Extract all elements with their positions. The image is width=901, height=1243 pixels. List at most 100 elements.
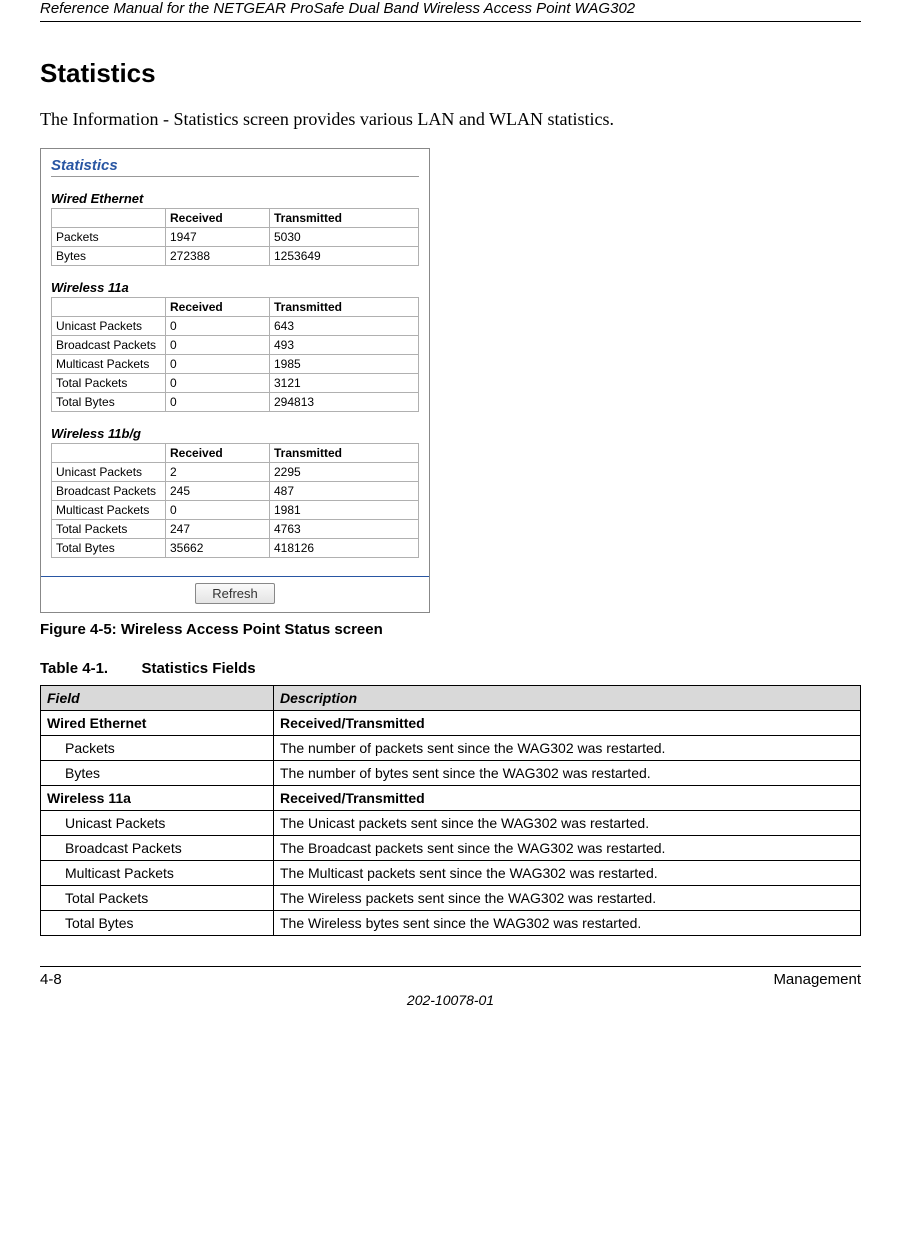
cell-desc: The Multicast packets sent since the WAG… [274, 861, 861, 886]
table-caption: Table 4-1. Statistics Fields [40, 660, 861, 677]
ss-table-11a: Received Transmitted Unicast Packets0643… [51, 297, 419, 412]
cell-name: Total Bytes [52, 539, 166, 558]
cell-field: Broadcast Packets [41, 836, 274, 861]
cell-name: Unicast Packets [52, 317, 166, 336]
cell-tx: 5030 [270, 228, 419, 247]
cell-desc: Received/Transmitted [274, 711, 861, 736]
figure-caption: Figure 4-5: Wireless Access Point Status… [40, 621, 861, 638]
cell-rx: 0 [166, 336, 270, 355]
table-row: Multicast Packets01981 [52, 501, 419, 520]
statistics-screenshot: Statistics Wired Ethernet Received Trans… [40, 148, 430, 613]
table-row: Packets 1947 5030 [52, 228, 419, 247]
table-caption-title: Statistics Fields [141, 660, 255, 677]
footer-right: Management [773, 971, 861, 988]
table-row: Multicast PacketsThe Multicast packets s… [41, 861, 861, 886]
cell-name: Broadcast Packets [52, 336, 166, 355]
cell-desc: The number of packets sent since the WAG… [274, 736, 861, 761]
table-row: PacketsThe number of packets sent since … [41, 736, 861, 761]
cell-rx: 245 [166, 482, 270, 501]
cell-field: Wired Ethernet [41, 711, 274, 736]
header-field: Field [41, 686, 274, 711]
cell-name: Multicast Packets [52, 355, 166, 374]
intro-text: The Information - Statistics screen prov… [40, 109, 861, 130]
cell-desc: The Wireless packets sent since the WAG3… [274, 886, 861, 911]
ss-section-11bg: Wireless 11b/g [51, 426, 419, 441]
cell-name: Total Bytes [52, 393, 166, 412]
cell-field: Multicast Packets [41, 861, 274, 886]
cell-rx: 247 [166, 520, 270, 539]
cell-rx: 0 [166, 501, 270, 520]
cell-field: Total Packets [41, 886, 274, 911]
table-row: Wired EthernetReceived/Transmitted [41, 711, 861, 736]
table-row: Total Packets2474763 [52, 520, 419, 539]
cell-desc: Received/Transmitted [274, 786, 861, 811]
cell-field: Packets [41, 736, 274, 761]
cell-name: Total Packets [52, 520, 166, 539]
table-row: Field Description [41, 686, 861, 711]
cell-rx: 1947 [166, 228, 270, 247]
cell-desc: The Unicast packets sent since the WAG30… [274, 811, 861, 836]
cell-tx: 2295 [270, 463, 419, 482]
cell-name: Multicast Packets [52, 501, 166, 520]
cell-desc: The Broadcast packets sent since the WAG… [274, 836, 861, 861]
cell-name: Packets [52, 228, 166, 247]
cell-tx: 487 [270, 482, 419, 501]
cell-rx: 0 [166, 317, 270, 336]
table-row: Wireless 11aReceived/Transmitted [41, 786, 861, 811]
cell-desc: The Wireless bytes sent since the WAG302… [274, 911, 861, 936]
table-row: Total PacketsThe Wireless packets sent s… [41, 886, 861, 911]
col-blank [52, 209, 166, 228]
cell-field: Total Bytes [41, 911, 274, 936]
refresh-button[interactable]: Refresh [195, 583, 275, 604]
table-row: Broadcast Packets0493 [52, 336, 419, 355]
footer-left: 4-8 [40, 971, 62, 988]
ss-title: Statistics [51, 157, 419, 174]
table-row: Total Packets03121 [52, 374, 419, 393]
col-received: Received [166, 209, 270, 228]
col-transmitted: Transmitted [270, 444, 419, 463]
col-received: Received [166, 444, 270, 463]
cell-tx: 1981 [270, 501, 419, 520]
cell-tx: 1253649 [270, 247, 419, 266]
cell-tx: 418126 [270, 539, 419, 558]
table-row: Received Transmitted [52, 298, 419, 317]
table-row: Bytes 272388 1253649 [52, 247, 419, 266]
cell-field: Bytes [41, 761, 274, 786]
page-header: Reference Manual for the NETGEAR ProSafe… [40, 0, 861, 22]
table-row: Unicast Packets0643 [52, 317, 419, 336]
cell-desc: The number of bytes sent since the WAG30… [274, 761, 861, 786]
table-row: BytesThe number of bytes sent since the … [41, 761, 861, 786]
ss-footer: Refresh [41, 576, 429, 612]
ss-divider [51, 176, 419, 177]
col-transmitted: Transmitted [270, 298, 419, 317]
cell-name: Total Packets [52, 374, 166, 393]
cell-name: Bytes [52, 247, 166, 266]
col-transmitted: Transmitted [270, 209, 419, 228]
cell-rx: 35662 [166, 539, 270, 558]
cell-rx: 0 [166, 374, 270, 393]
statistics-fields-table: Field Description Wired EthernetReceived… [40, 685, 861, 936]
cell-name: Broadcast Packets [52, 482, 166, 501]
page-footer: 4-8 Management [40, 966, 861, 988]
table-row: Total BytesThe Wireless bytes sent since… [41, 911, 861, 936]
cell-rx: 0 [166, 393, 270, 412]
cell-tx: 294813 [270, 393, 419, 412]
table-row: Unicast Packets22295 [52, 463, 419, 482]
table-row: Total Bytes35662418126 [52, 539, 419, 558]
cell-tx: 4763 [270, 520, 419, 539]
cell-tx: 3121 [270, 374, 419, 393]
col-received: Received [166, 298, 270, 317]
cell-tx: 493 [270, 336, 419, 355]
table-row: Broadcast Packets245487 [52, 482, 419, 501]
cell-field: Unicast Packets [41, 811, 274, 836]
cell-field: Wireless 11a [41, 786, 274, 811]
cell-rx: 0 [166, 355, 270, 374]
table-row: Unicast PacketsThe Unicast packets sent … [41, 811, 861, 836]
ss-table-11bg: Received Transmitted Unicast Packets2229… [51, 443, 419, 558]
cell-name: Unicast Packets [52, 463, 166, 482]
col-blank [52, 444, 166, 463]
cell-tx: 643 [270, 317, 419, 336]
ss-section-11a: Wireless 11a [51, 280, 419, 295]
table-row: Received Transmitted [52, 444, 419, 463]
cell-rx: 2 [166, 463, 270, 482]
